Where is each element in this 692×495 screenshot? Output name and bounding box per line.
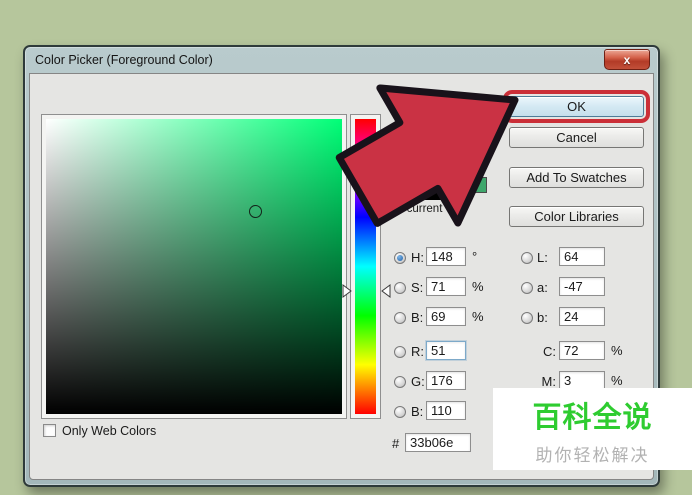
radio-b2[interactable] [394, 406, 406, 418]
hue-slider[interactable] [355, 119, 376, 414]
label-g: G: [411, 374, 425, 389]
hue-slider-well [350, 114, 381, 419]
input-c[interactable] [559, 341, 605, 360]
input-r[interactable] [426, 341, 466, 360]
window-title: Color Picker (Foreground Color) [35, 53, 213, 67]
input-b2[interactable] [426, 401, 466, 420]
titlebar[interactable]: Color Picker (Foreground Color) x [25, 47, 658, 73]
watermark-title: 百科全说 [532, 402, 653, 434]
label-b2: B: [411, 404, 424, 419]
input-b[interactable] [426, 307, 466, 326]
input-hex[interactable] [405, 433, 471, 452]
web-safe-color-chip[interactable] [470, 177, 487, 193]
input-h[interactable] [426, 247, 466, 266]
color-libraries-button[interactable]: Color Libraries [509, 206, 644, 227]
watermark-subtitle: 助你轻松解决 [535, 446, 650, 465]
input-a[interactable] [559, 277, 605, 296]
radio-s[interactable] [394, 282, 406, 294]
label-b: B: [411, 310, 424, 325]
radio-b[interactable] [394, 312, 406, 324]
watermark: 百科全说 助你轻松解决 [493, 388, 692, 470]
hue-slider-arrow-right[interactable] [381, 284, 391, 298]
radio-h[interactable] [394, 252, 406, 264]
unit-b: % [472, 309, 484, 324]
label-h: H: [411, 250, 424, 265]
label-s: S: [411, 280, 424, 295]
radio-r[interactable] [394, 346, 406, 358]
label-lab-b: b: [537, 310, 548, 325]
unit-h: ° [472, 249, 478, 264]
color-field-marker[interactable] [249, 205, 262, 218]
label-l: L: [537, 250, 548, 265]
desktop: { "window": { "title": "Color Picker (Fo… [0, 0, 692, 495]
input-g[interactable] [426, 371, 466, 390]
ok-button[interactable]: OK [503, 90, 650, 123]
add-to-swatches-button[interactable]: Add To Swatches [509, 167, 644, 188]
only-web-colors-checkbox[interactable] [43, 424, 56, 437]
label-r: R: [411, 344, 424, 359]
input-l[interactable] [559, 247, 605, 266]
color-field-well [41, 114, 347, 419]
radio-a[interactable] [521, 282, 533, 294]
input-s[interactable] [426, 277, 466, 296]
web-safe-cube-icon[interactable] [470, 157, 487, 174]
input-lab-b[interactable] [559, 307, 605, 326]
label-a: a: [537, 280, 548, 295]
cancel-button[interactable]: Cancel [509, 127, 644, 148]
hue-slider-arrow-left[interactable] [342, 284, 352, 298]
unit-s: % [472, 279, 484, 294]
unit-c: % [611, 343, 623, 358]
color-field[interactable] [46, 119, 342, 414]
close-button[interactable]: x [604, 49, 650, 70]
new-color-swatch [387, 126, 462, 163]
radio-lab-b[interactable] [521, 312, 533, 324]
radio-g[interactable] [394, 376, 406, 388]
only-web-colors-label: Only Web Colors [62, 424, 157, 438]
radio-l[interactable] [521, 252, 533, 264]
label-c: C: [543, 344, 556, 359]
current-color-swatch [387, 163, 462, 200]
label-hex: # [392, 436, 400, 451]
current-swatch-label: current [406, 203, 443, 215]
